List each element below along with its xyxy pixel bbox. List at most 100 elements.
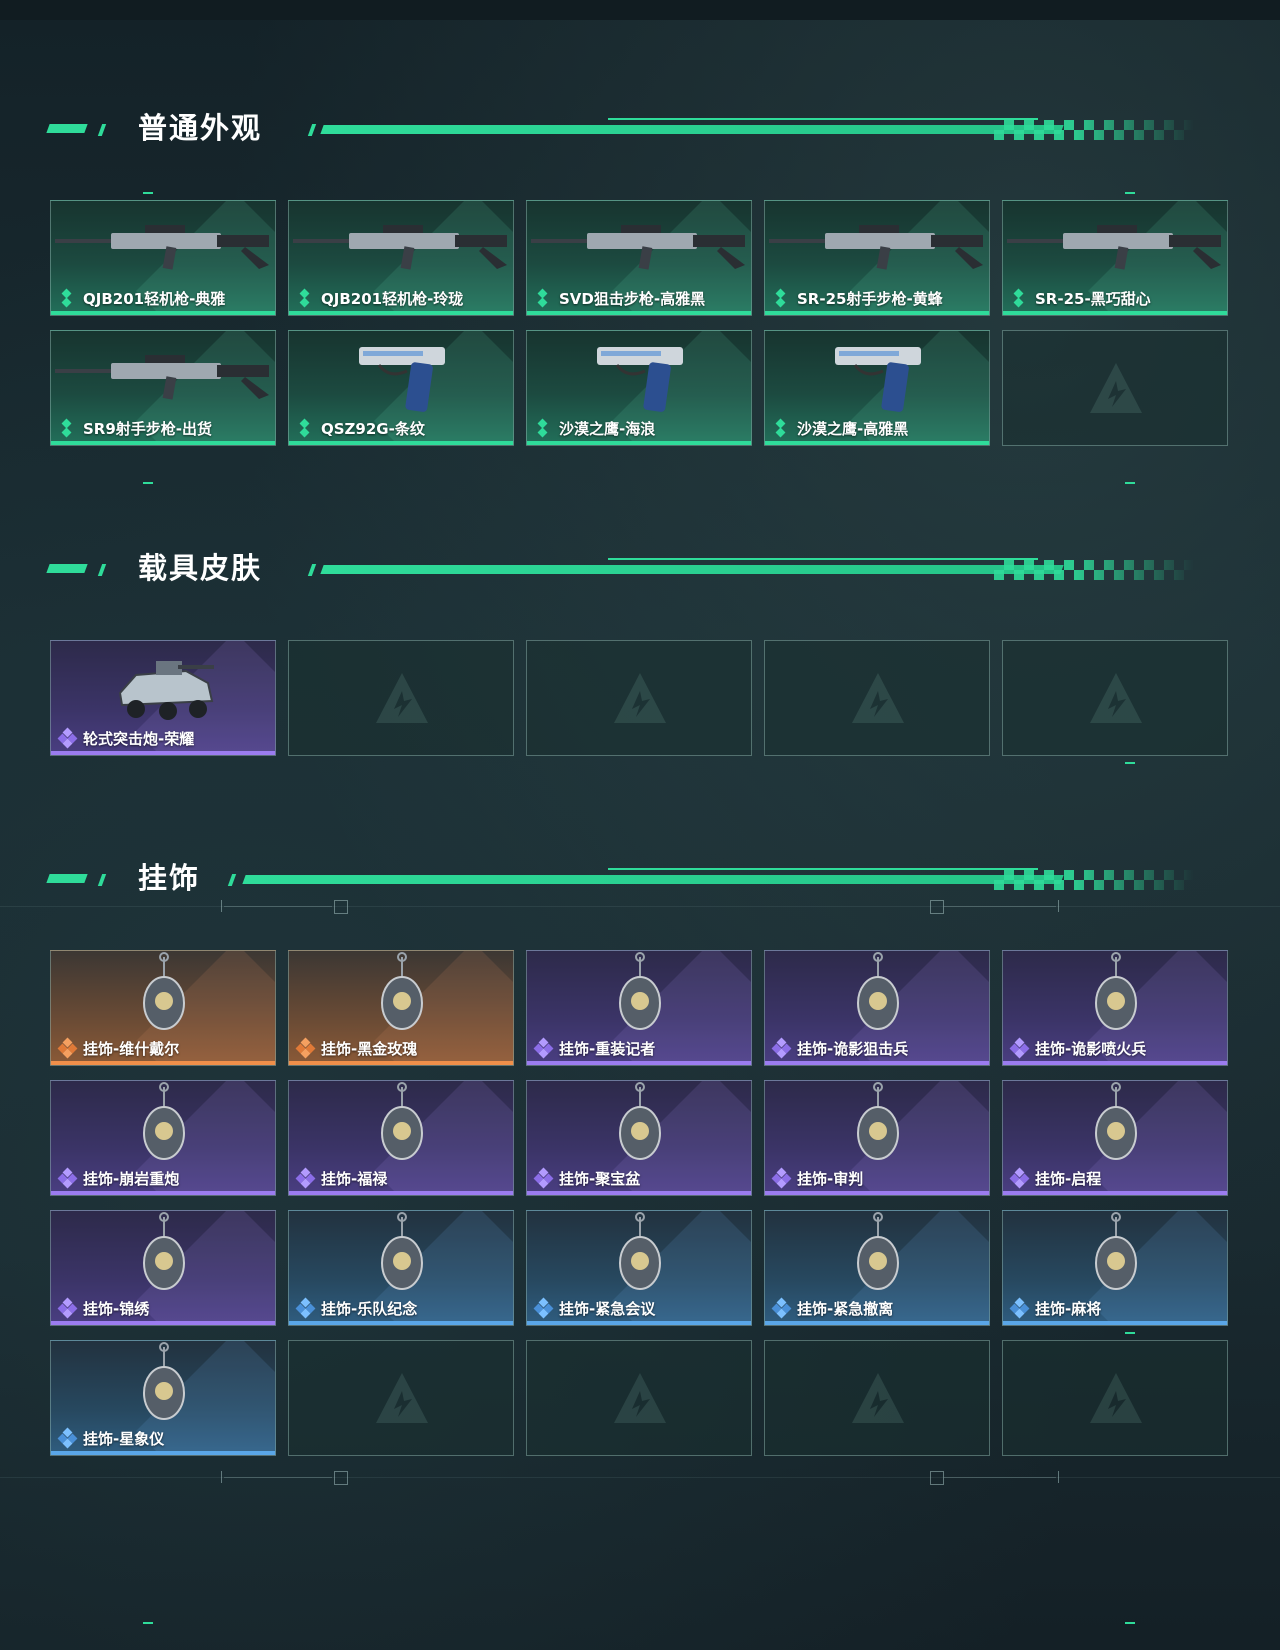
charm-icon <box>143 1212 185 1290</box>
item-label: 挂饰-锦绣 <box>83 1300 150 1318</box>
rarity-bar <box>51 1191 275 1195</box>
item-card[interactable]: 挂饰-福禄 <box>288 1080 514 1196</box>
rarity-bar <box>765 311 989 315</box>
item-label: 挂饰-聚宝盆 <box>559 1170 641 1188</box>
item-label: 挂饰-维什戴尔 <box>83 1040 180 1058</box>
rarity-diamond-icon <box>773 418 789 438</box>
item-card[interactable]: 挂饰-麻将 <box>1002 1210 1228 1326</box>
item-card[interactable]: 挂饰-锦绣 <box>50 1210 276 1326</box>
item-card[interactable]: QSZ92G-条纹 <box>288 330 514 446</box>
rarity-bar <box>1003 1321 1227 1325</box>
item-card[interactable]: 挂饰-诡影狙击兵 <box>764 950 990 1066</box>
header-checker-pattern <box>994 560 1194 580</box>
pistol-icon <box>359 347 445 412</box>
header-thin-line <box>608 118 1038 120</box>
item-label: 挂饰-紧急撤离 <box>797 1300 894 1318</box>
header-accent-slash <box>307 124 317 136</box>
rarity-bar <box>1003 1191 1227 1195</box>
charm-icon <box>143 1082 185 1160</box>
item-label: SR-25-黑巧甜心 <box>1035 290 1151 308</box>
frame-marker <box>1125 1622 1135 1624</box>
item-label: 挂饰-审判 <box>797 1170 864 1188</box>
charm-icon <box>381 1212 423 1290</box>
item-card[interactable]: SVD狙击步枪-高雅黑 <box>526 200 752 316</box>
empty-slot-card <box>288 1340 514 1456</box>
rarity-bar <box>765 1321 989 1325</box>
rarity-diamond-icon <box>295 1167 316 1189</box>
rarity-bar <box>527 1061 751 1065</box>
rarity-bar <box>527 1191 751 1195</box>
item-card[interactable]: 挂饰-紧急撤离 <box>764 1210 990 1326</box>
item-card[interactable]: QJB201轻机枪-玲珑 <box>288 200 514 316</box>
charm-icon <box>857 1082 899 1160</box>
frame-marker <box>143 1622 153 1624</box>
item-card[interactable]: 挂饰-启程 <box>1002 1080 1228 1196</box>
item-label: 挂饰-诡影狙击兵 <box>797 1040 909 1058</box>
rarity-bar <box>289 311 513 315</box>
empty-slot-card <box>764 640 990 756</box>
section-title: 挂饰 <box>138 861 201 895</box>
frame-marker <box>1125 482 1135 484</box>
charm-icon <box>381 952 423 1030</box>
header-accent-slash <box>227 874 237 886</box>
item-label: QSZ92G-条纹 <box>321 420 425 438</box>
charm-icon <box>619 1212 661 1290</box>
rarity-diamond-icon <box>57 1167 78 1189</box>
item-card[interactable]: 挂饰-崩岩重炮 <box>50 1080 276 1196</box>
frame-tick <box>221 900 222 912</box>
header-line <box>320 125 1064 134</box>
item-card[interactable]: 沙漠之鹰-海浪 <box>526 330 752 446</box>
item-card[interactable]: 挂饰-维什戴尔 <box>50 950 276 1066</box>
item-card[interactable]: 挂饰-黑金玫瑰 <box>288 950 514 1066</box>
rarity-diamond-icon <box>57 727 78 749</box>
item-card[interactable]: 挂饰-重装记者 <box>526 950 752 1066</box>
item-label: 挂饰-星象仪 <box>83 1430 165 1448</box>
rarity-diamond-icon <box>533 1297 554 1319</box>
item-card[interactable]: 轮式突击炮-荣耀 <box>50 640 276 756</box>
logo-watermark-icon <box>1090 363 1142 413</box>
item-card[interactable]: 挂饰-审判 <box>764 1080 990 1196</box>
logo-watermark-icon <box>852 1373 904 1423</box>
pistol-icon <box>597 347 683 412</box>
item-card[interactable]: 挂饰-聚宝盆 <box>526 1080 752 1196</box>
item-label: 挂饰-紧急会议 <box>559 1300 656 1318</box>
item-card[interactable]: 挂饰-乐队纪念 <box>288 1210 514 1326</box>
item-card[interactable]: 挂饰-诡影喷火兵 <box>1002 950 1228 1066</box>
rarity-diamond-icon <box>1009 1167 1030 1189</box>
item-label: SVD狙击步枪-高雅黑 <box>559 290 706 308</box>
logo-watermark-icon <box>614 673 666 723</box>
rarity-diamond-icon <box>297 418 313 438</box>
rarity-bar <box>289 1321 513 1325</box>
rarity-diamond-icon <box>771 1297 792 1319</box>
rarity-diamond-icon <box>59 288 75 308</box>
rarity-diamond-icon <box>295 1297 316 1319</box>
rarity-bar <box>1003 311 1227 315</box>
item-card[interactable]: 挂饰-紧急会议 <box>526 1210 752 1326</box>
item-label: 轮式突击炮-荣耀 <box>83 730 195 748</box>
logo-watermark-icon <box>614 1373 666 1423</box>
rarity-bar <box>765 441 989 445</box>
item-card[interactable]: QJB201轻机枪-典雅 <box>50 200 276 316</box>
item-label: QJB201轻机枪-玲珑 <box>321 290 464 308</box>
rarity-bar <box>289 1191 513 1195</box>
item-label: 挂饰-乐队纪念 <box>321 1300 418 1318</box>
rarity-diamond-icon <box>57 1427 78 1449</box>
frame-marker <box>1125 192 1135 194</box>
item-card[interactable]: 挂饰-星象仪 <box>50 1340 276 1456</box>
item-card[interactable]: SR-25射手步枪-黄蜂 <box>764 200 990 316</box>
item-card[interactable]: 沙漠之鹰-高雅黑 <box>764 330 990 446</box>
header-thin-line <box>608 868 1038 870</box>
logo-watermark-icon <box>376 1373 428 1423</box>
rarity-diamond-icon <box>535 288 551 308</box>
item-card[interactable]: SR-25-黑巧甜心 <box>1002 200 1228 316</box>
charm-icon <box>619 1082 661 1160</box>
sniper-rifle-icon <box>531 225 745 270</box>
vehicle-icon <box>118 661 214 720</box>
rarity-diamond-icon <box>295 1037 316 1059</box>
item-card[interactable]: SR9射手步枪-出货 <box>50 330 276 446</box>
header-accent-bar <box>46 124 88 133</box>
header-checker-pattern <box>994 870 1194 890</box>
charm-icon <box>1095 1212 1137 1290</box>
rarity-bar <box>51 1321 275 1325</box>
item-label: 挂饰-诡影喷火兵 <box>1035 1040 1147 1058</box>
